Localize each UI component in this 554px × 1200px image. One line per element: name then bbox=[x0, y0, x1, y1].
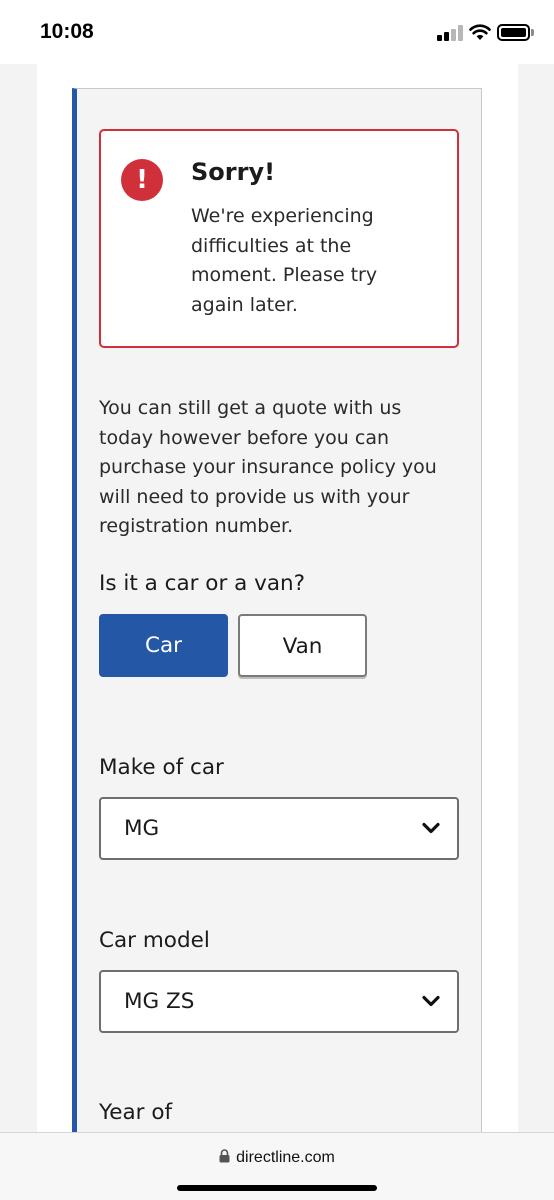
status-time: 10:08 bbox=[40, 20, 94, 43]
model-select[interactable]: MG ZS bbox=[99, 970, 459, 1033]
make-select[interactable]: MG bbox=[99, 797, 459, 860]
error-message: We're experiencing difficulties at the m… bbox=[191, 205, 378, 316]
browser-url-bar[interactable]: directline.com bbox=[0, 1132, 554, 1200]
error-title: Sorry! bbox=[191, 158, 276, 186]
make-label: Make of car bbox=[99, 755, 224, 780]
van-button[interactable]: Van bbox=[238, 614, 367, 677]
year-label: Year of bbox=[99, 1100, 173, 1125]
model-value: MG ZS bbox=[124, 989, 195, 1014]
lock-icon bbox=[219, 1149, 230, 1163]
intro-text: You can still get a quote with us today … bbox=[99, 397, 437, 537]
url-text: directline.com bbox=[236, 1149, 335, 1166]
url-display[interactable]: directline.com bbox=[0, 1149, 554, 1167]
error-alert: ! Sorry! We're experiencing difficulties… bbox=[99, 129, 459, 348]
battery-icon bbox=[497, 24, 530, 41]
car-button[interactable]: Car bbox=[99, 614, 228, 677]
chevron-down-icon bbox=[422, 822, 440, 834]
battery-tip bbox=[531, 29, 534, 36]
exclamation-icon: ! bbox=[121, 159, 163, 201]
status-bar: 10:08 bbox=[0, 0, 554, 64]
home-indicator[interactable] bbox=[177, 1185, 377, 1191]
wifi-icon bbox=[469, 24, 491, 40]
vehicle-type-question: Is it a car or a van? bbox=[99, 571, 306, 596]
signal-icon bbox=[437, 25, 463, 41]
make-value: MG bbox=[124, 816, 160, 841]
model-label: Car model bbox=[99, 928, 210, 953]
chevron-down-icon bbox=[422, 995, 440, 1007]
